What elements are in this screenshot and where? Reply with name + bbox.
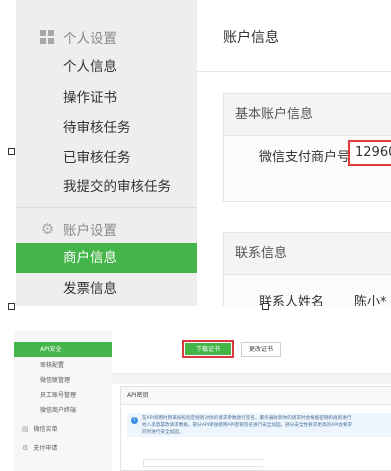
- section-payment-application[interactable]: ⚙ 支付申请: [14, 441, 112, 456]
- sidebar-item-api-security[interactable]: API安全: [14, 342, 112, 357]
- contact-info-card-title: 联系信息: [224, 233, 391, 275]
- sidebar-item-review-config[interactable]: 审核配置: [14, 358, 112, 373]
- lower-band: [112, 374, 391, 384]
- sidebar-item-operation-certificate[interactable]: 操作证书: [16, 83, 197, 113]
- sidebar-item-staff-accounts[interactable]: 员工账号管理: [14, 388, 112, 403]
- sidebar-divider: [16, 207, 197, 208]
- merchant-id-value: 12960: [348, 140, 391, 166]
- api-key-section: API密钥 i 在API调用时用来按照指定规则对你的请求参数进行签名，服务器收到…: [120, 386, 391, 471]
- section-wechat-pay-bill-label: 微信买单: [33, 426, 58, 433]
- api-security-panel: API安全 审核配置 微信联管理 员工账号管理 微信商户终端 ▤ 微信买单 ⚙ …: [0, 331, 391, 471]
- notice-line-3: 同时进行安全加固。: [142, 430, 184, 435]
- personal-settings-header: 个人设置: [40, 26, 117, 48]
- sidebar-item-personal-info[interactable]: 个人信息: [16, 52, 197, 82]
- selection-handle: [8, 303, 15, 310]
- section-wechat-pay-bill[interactable]: ▤ 微信买单: [14, 422, 112, 437]
- selection-handle: [262, 303, 269, 310]
- sidebar-item-wechat-linked[interactable]: 微信联管理: [14, 373, 112, 388]
- lower-sidebar: API安全 审核配置 微信联管理 员工账号管理 微信商户终端 ▤ 微信买单 ⚙ …: [14, 331, 112, 471]
- notice-line-1: 在API调用时用来按照指定规则对你的请求参数进行签名，服务器收到你的请求时会根据…: [142, 416, 352, 421]
- lower-main-content: 下载证书 更改证书 API密钥 i 在API调用时用来按照指定规则对你的请求参数…: [112, 331, 391, 471]
- sidebar-item-merchant-terminal[interactable]: 微信商户终端: [14, 403, 112, 418]
- api-key-notice: i 在API调用时用来按照指定规则对你的请求参数进行签名，服务器收到你的请求时会…: [127, 413, 391, 437]
- account-settings-header: ⚙ 账户设置: [40, 218, 117, 240]
- basic-account-card: 基本账户信息 微信支付商户号 12960: [223, 93, 391, 202]
- section-payment-application-label: 支付申请: [33, 445, 58, 452]
- sidebar-item-my-submitted-reviews[interactable]: 我提交的审核任务: [16, 172, 197, 202]
- change-certificate-button[interactable]: 更改证书: [241, 342, 281, 357]
- basic-account-card-title: 基本账户信息: [224, 94, 391, 136]
- download-certificate-button[interactable]: 下载证书: [182, 340, 234, 358]
- notice-line-2: 他人恶意篡改请求数据。部分API单独使用API密钥签名进行安全加固，部分安全性要…: [142, 423, 353, 428]
- contact-info-card: 联系信息 联系人姓名 陈小*: [223, 232, 391, 306]
- page-title: 账户信息: [223, 30, 279, 46]
- account-settings-label: 账户设置: [63, 223, 117, 239]
- gear-icon: ⚙: [22, 444, 29, 452]
- title-divider: [197, 71, 391, 72]
- sidebar-item-reviewed-tasks[interactable]: 已审核任务: [16, 143, 197, 173]
- gear-icon: ⚙: [40, 219, 55, 238]
- document-icon: ▤: [22, 425, 29, 433]
- selection-handle: [8, 148, 15, 155]
- info-icon: i: [131, 417, 138, 424]
- api-key-subpanel: [143, 459, 263, 467]
- sidebar-item-pending-review[interactable]: 待审核任务: [16, 113, 197, 143]
- account-settings-panel: 个人设置 个人信息 操作证书 待审核任务 已审核任务 我提交的审核任务 ⚙ 账户…: [0, 0, 391, 306]
- api-key-title: API密钥: [121, 387, 391, 405]
- main-content: 账户信息 基本账户信息 微信支付商户号 12960 联系信息 联系人姓名 陈小*: [197, 0, 391, 306]
- personal-settings-label: 个人设置: [63, 31, 117, 47]
- sidebar-item-invoice-info[interactable]: 发票信息: [16, 274, 197, 304]
- contact-name-value: 陈小*: [354, 295, 387, 306]
- grid-icon: [40, 29, 55, 45]
- sidebar-item-merchant-info[interactable]: 商户信息: [16, 243, 197, 273]
- sidebar: 个人设置 个人信息 操作证书 待审核任务 已审核任务 我提交的审核任务 ⚙ 账户…: [16, 0, 197, 306]
- merchant-id-label: 微信支付商户号: [259, 150, 351, 165]
